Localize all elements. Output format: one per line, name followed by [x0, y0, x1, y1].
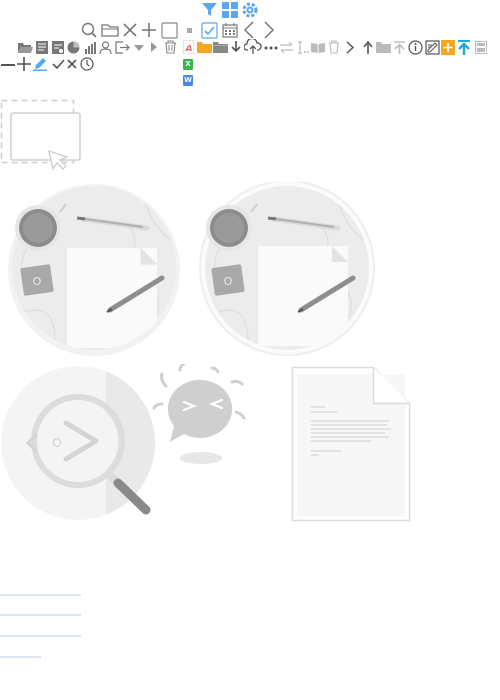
filter-icon[interactable]	[201, 2, 218, 17]
dot-icon	[187, 28, 192, 33]
minus-icon[interactable]	[1, 64, 15, 66]
transfer-icon[interactable]	[280, 42, 293, 53]
arrow-up-icon[interactable]	[363, 41, 373, 54]
checkbox-checked-icon[interactable]	[201, 22, 218, 39]
pdf-icon[interactable]	[183, 40, 194, 54]
info-icon[interactable]	[408, 40, 423, 55]
folder-gray-icon[interactable]	[213, 41, 228, 53]
caret-down-icon[interactable]	[134, 45, 144, 51]
user-icon[interactable]	[99, 41, 112, 54]
folder-icon[interactable]	[101, 23, 119, 37]
plus-small-icon[interactable]	[17, 57, 31, 71]
note-card-text: O	[33, 275, 42, 288]
trash-icon[interactable]	[164, 40, 177, 54]
skeleton-line-4	[0, 656, 41, 658]
folder-open-icon[interactable]	[18, 42, 33, 54]
upload-cloud-icon[interactable]	[244, 39, 262, 55]
search-icon[interactable]	[81, 22, 97, 38]
note-card-text-2: O	[224, 275, 233, 288]
skeleton-line-1	[0, 594, 81, 596]
empty-search-illustration: O	[0, 365, 158, 523]
drag-select-illustration	[0, 99, 84, 173]
text-cursor-icon[interactable]	[296, 41, 310, 54]
empty-illustration-notes-2: O	[198, 180, 378, 358]
book-icon[interactable]	[311, 42, 325, 53]
plus-icon[interactable]	[141, 22, 157, 38]
search-face-text: O	[52, 436, 61, 450]
checkbox-icon[interactable]	[161, 22, 178, 39]
check-icon[interactable]	[52, 59, 65, 69]
grid-icon[interactable]	[222, 2, 238, 18]
document-icon[interactable]	[36, 41, 48, 54]
skeleton-line-3	[0, 635, 81, 637]
edit-icon[interactable]	[425, 40, 440, 55]
empty-illustration-notes-1: O	[5, 182, 185, 358]
upload-top-icon[interactable]	[393, 41, 406, 54]
excel-icon[interactable]: X	[183, 59, 193, 70]
export-icon[interactable]	[115, 41, 130, 54]
report-icon[interactable]	[52, 41, 64, 54]
calendar-icon[interactable]	[222, 22, 238, 38]
pencil-icon[interactable]	[33, 57, 48, 71]
document-preview	[291, 366, 411, 522]
folder-yellow-icon[interactable]	[197, 41, 212, 53]
download-icon[interactable]	[231, 41, 241, 54]
add-orange-icon[interactable]	[441, 40, 455, 55]
more-icon[interactable]	[264, 46, 278, 50]
chevron-right-small-icon[interactable]	[346, 41, 354, 54]
close-icon[interactable]	[122, 22, 138, 38]
clock-icon[interactable]	[80, 57, 94, 71]
server-icon[interactable]	[475, 41, 487, 54]
chevron-right-icon[interactable]	[263, 21, 275, 39]
upload-blue-icon[interactable]	[457, 40, 471, 55]
word-icon[interactable]: W	[183, 75, 193, 86]
chart-bar-icon[interactable]	[84, 41, 97, 54]
chevron-left-icon[interactable]	[243, 21, 255, 39]
folder-light-icon[interactable]	[376, 41, 391, 53]
caret-right-icon[interactable]	[151, 42, 157, 52]
pie-chart-icon[interactable]	[67, 41, 80, 54]
close-small-icon[interactable]	[67, 59, 77, 69]
trash-light-icon[interactable]	[328, 40, 340, 54]
gear-icon[interactable]	[241, 1, 259, 19]
skeleton-line-2	[0, 614, 81, 616]
error-bubble-illustration	[152, 362, 248, 468]
